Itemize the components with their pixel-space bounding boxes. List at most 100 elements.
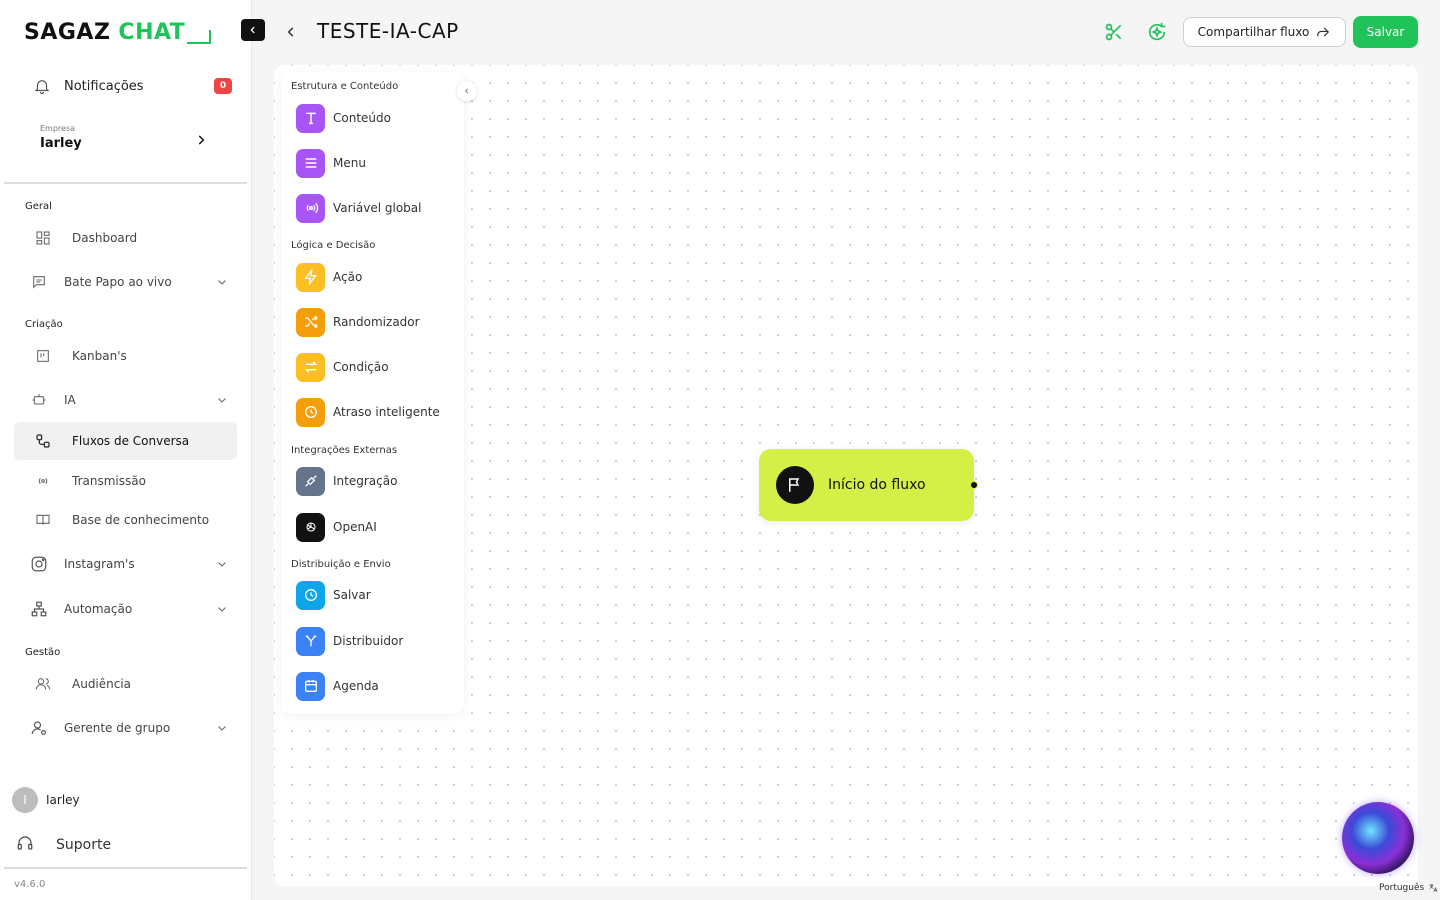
company-name: Iarley xyxy=(40,136,82,151)
palette-item-salvar[interactable]: Salvar xyxy=(296,580,371,610)
scissors-icon[interactable] xyxy=(1103,21,1125,43)
back-button[interactable] xyxy=(284,24,298,44)
chevron-down-icon[interactable] xyxy=(207,722,237,734)
company-caption: Empresa xyxy=(40,124,76,133)
palette-item-label: Variável global xyxy=(333,201,422,215)
version-label: v4.6.0 xyxy=(14,879,46,890)
broadcast-icon xyxy=(14,473,72,489)
collapse-sidebar-button[interactable] xyxy=(241,19,265,41)
palette-item-atraso[interactable]: Atraso inteligente xyxy=(296,397,440,427)
page-title: TESTE-IA-CAP xyxy=(317,19,459,43)
sidebar-item-fluxos[interactable]: Fluxos de Conversa xyxy=(14,422,237,460)
chat-bubble-icon xyxy=(187,29,212,44)
brand-logo[interactable]: SAGAZ CHAT xyxy=(24,20,212,45)
chevron-down-icon[interactable] xyxy=(207,394,237,406)
chevron-left-icon xyxy=(464,88,469,94)
sidebar-item-kanbans[interactable]: Kanban's xyxy=(14,337,237,375)
clock-icon xyxy=(296,580,325,610)
sidebar-item-transmissao[interactable]: Transmissão xyxy=(14,462,237,500)
palette-item-conteudo[interactable]: Conteúdo xyxy=(296,103,391,133)
plug-icon xyxy=(296,466,325,496)
palette-item-distribuidor[interactable]: Distribuidor xyxy=(296,626,403,656)
sidebar-item-bate-papo[interactable]: Bate Papo ao vivo xyxy=(14,263,237,301)
palette-section-integracoes: Integrações Externas xyxy=(291,445,398,456)
sidebar-item-label: Kanban's xyxy=(72,349,127,363)
company-selector[interactable]: Empresa Iarley xyxy=(40,124,82,151)
headset-icon xyxy=(16,834,34,856)
share-flow-button[interactable]: Compartilhar fluxo xyxy=(1183,17,1346,47)
chat-icon xyxy=(14,274,64,290)
sidebar-item-dashboard[interactable]: Dashboard xyxy=(14,219,237,257)
notifications-item[interactable]: Notificações 0 xyxy=(20,70,232,102)
start-node[interactable]: Início do fluxo xyxy=(759,449,978,521)
palette-item-menu[interactable]: Menu xyxy=(296,148,366,178)
palette-item-integracao[interactable]: Integração xyxy=(296,466,397,496)
calendar-icon xyxy=(296,671,325,701)
assistant-orb-button[interactable] xyxy=(1342,802,1414,874)
palette-item-label: Integração xyxy=(333,474,398,488)
divider xyxy=(4,867,247,869)
sidebar-item-audiencia[interactable]: Audiência xyxy=(14,665,237,703)
collapse-palette-button[interactable] xyxy=(457,81,477,101)
robot-icon xyxy=(14,392,64,408)
sidebar-item-instagram[interactable]: Instagram's xyxy=(14,545,237,583)
language-label: Português xyxy=(1379,883,1425,893)
chevron-left-icon xyxy=(250,26,255,34)
output-port[interactable] xyxy=(970,481,978,489)
ai-sparkle-icon[interactable] xyxy=(1146,21,1168,43)
variable-icon xyxy=(296,193,325,223)
sidebar-item-label: Bate Papo ao vivo xyxy=(64,275,172,289)
shuffle-icon xyxy=(296,307,325,337)
notifications-count-badge: 0 xyxy=(214,78,232,94)
chevron-right-icon[interactable] xyxy=(194,132,208,151)
sidebar-item-gerente-grupo[interactable]: Gerente de grupo xyxy=(14,709,237,747)
sidebar-item-label: Transmissão xyxy=(72,474,146,488)
kanban-icon xyxy=(14,348,72,364)
network-icon xyxy=(14,600,64,618)
palette-item-variavel[interactable]: Variável global xyxy=(296,193,421,223)
palette-section-estrutura: Estrutura e Conteúdo xyxy=(291,81,399,92)
share-arrow-icon xyxy=(1317,27,1330,37)
share-flow-label: Compartilhar fluxo xyxy=(1197,25,1310,39)
chevron-left-icon xyxy=(287,27,294,37)
users-icon xyxy=(14,676,72,692)
language-selector[interactable]: Português xyxy=(1379,883,1438,893)
user-profile[interactable]: I Iarley xyxy=(12,787,80,813)
openai-icon xyxy=(296,512,325,542)
chevron-down-icon[interactable] xyxy=(207,603,237,615)
palette-item-label: OpenAI xyxy=(333,520,377,534)
sidebar-item-base-conhecimento[interactable]: Base de conhecimento xyxy=(14,501,237,539)
palette-item-label: Agenda xyxy=(333,679,379,693)
palette-item-acao[interactable]: Ação xyxy=(296,262,362,292)
chevron-down-icon[interactable] xyxy=(207,276,237,288)
save-button[interactable]: Salvar xyxy=(1353,16,1418,48)
sidebar-item-automacao[interactable]: Automação xyxy=(14,590,237,628)
sidebar-item-label: Audiência xyxy=(72,677,132,691)
sidebar: SAGAZ CHAT Notificações 0 Empresa Iarley… xyxy=(0,0,252,900)
swap-icon xyxy=(296,352,325,382)
section-gestao: Gestão xyxy=(25,647,61,658)
support-link[interactable]: Suporte xyxy=(16,834,111,856)
palette-item-agenda[interactable]: Agenda xyxy=(296,671,379,701)
palette-item-randomizador[interactable]: Randomizador xyxy=(296,307,420,337)
start-node-label: Início do fluxo xyxy=(828,477,926,493)
palette-item-openai[interactable]: OpenAI xyxy=(296,512,377,542)
clock-icon xyxy=(296,397,325,427)
section-geral: Geral xyxy=(25,201,52,212)
sidebar-item-ia[interactable]: IA xyxy=(14,381,237,419)
palette-item-condicao[interactable]: Condição xyxy=(296,352,389,382)
palette-section-distribuicao: Distribuição e Envio xyxy=(291,559,391,570)
brand-name-part1: SAGAZ xyxy=(24,20,111,45)
sidebar-item-label: Base de conhecimento xyxy=(72,513,210,527)
palette-item-label: Ação xyxy=(333,270,363,284)
notifications-label: Notificações xyxy=(64,78,144,94)
chevron-down-icon[interactable] xyxy=(207,558,237,570)
menu-icon xyxy=(296,148,325,178)
instagram-icon xyxy=(14,555,64,573)
translate-icon xyxy=(1429,884,1438,892)
user-gear-icon xyxy=(14,719,64,737)
sidebar-item-label: Dashboard xyxy=(72,231,138,245)
sidebar-item-label: Automação xyxy=(64,602,133,616)
user-name: Iarley xyxy=(46,793,80,807)
palette-section-logica: Lógica e Decisão xyxy=(291,240,376,251)
